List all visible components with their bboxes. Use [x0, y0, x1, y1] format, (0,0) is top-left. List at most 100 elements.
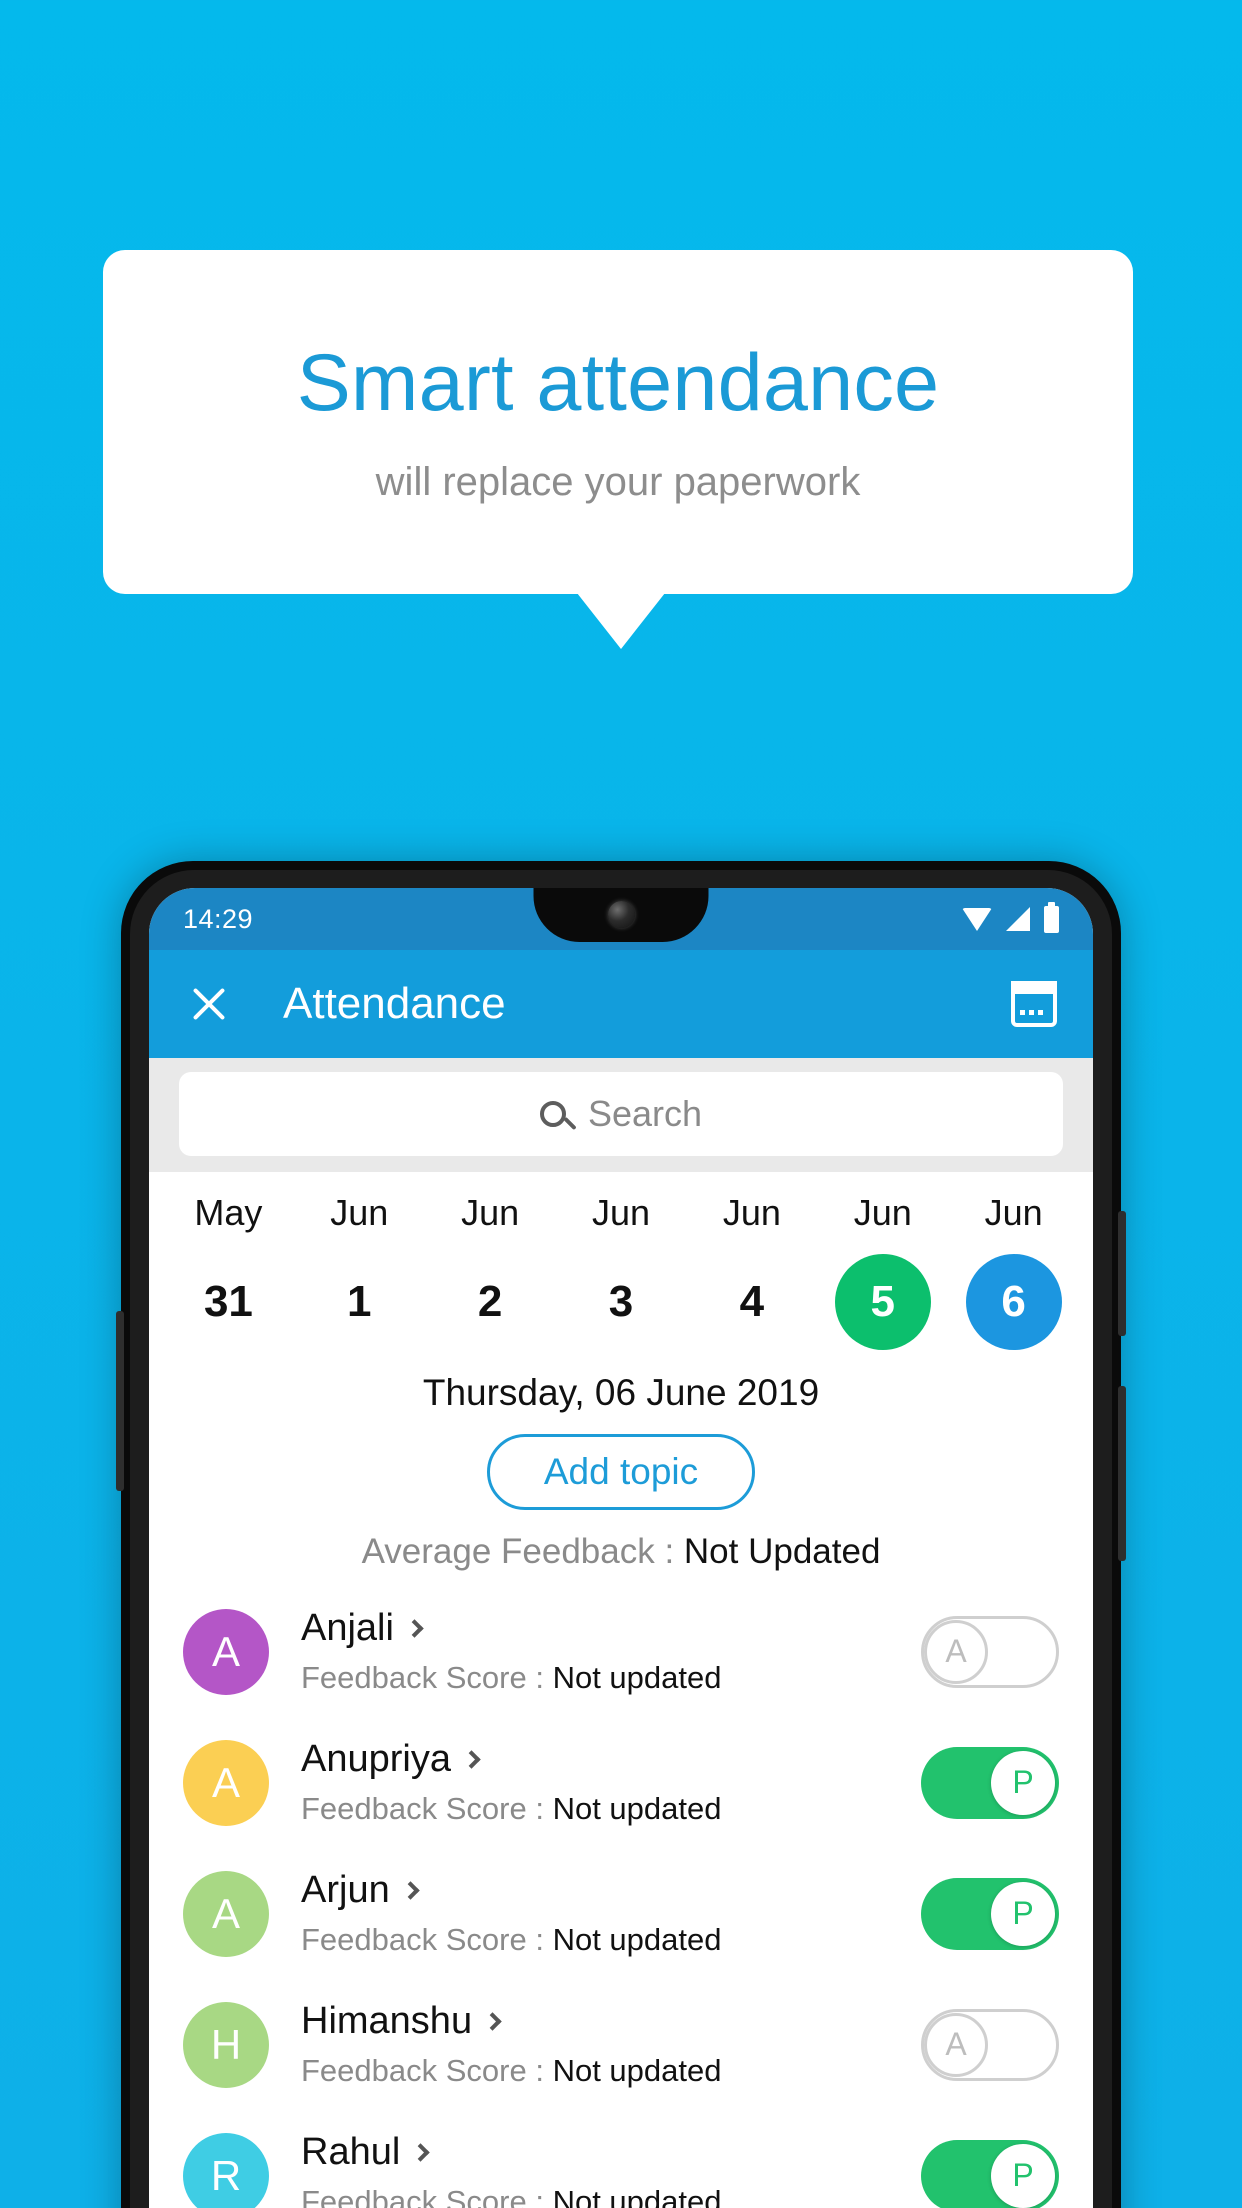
date-strip: May 31 Jun 1 Jun 2 Jun 3 Jun 4 Jun 5 Jun…	[149, 1172, 1093, 1354]
student-name-row: Rahul	[301, 2131, 921, 2174]
student-name-row: Anupriya	[301, 1738, 921, 1781]
attendance-toggle-knob: A	[924, 1619, 988, 1684]
average-feedback-label: Average Feedback :	[361, 1532, 684, 1571]
date-month: Jun	[984, 1192, 1043, 1233]
phone-notch	[533, 888, 709, 942]
promo-title: Smart attendance	[296, 337, 940, 428]
feedback-score-value: Not updated	[552, 1660, 722, 1695]
date-day: 1	[347, 1277, 372, 1326]
avatar: A	[183, 1870, 269, 1957]
avatar: A	[183, 1608, 269, 1695]
wifi-icon	[962, 907, 992, 931]
list-item[interactable]: H Himanshu Feedback Score : Not updated …	[149, 1979, 1093, 2110]
status-bar: 14:29	[149, 888, 1093, 950]
promo-bubble-tail	[577, 593, 665, 649]
chevron-right-icon[interactable]	[405, 1619, 424, 1638]
search-icon	[539, 1101, 566, 1127]
student-name: Arjun	[301, 1869, 390, 1911]
student-name: Himanshu	[301, 2000, 473, 2042]
student-name-row: Arjun	[301, 1869, 921, 1912]
date-cell[interactable]: Jun 5	[817, 1192, 948, 1350]
feedback-score: Feedback Score : Not updated	[301, 1660, 921, 1696]
feedback-score-value: Not updated	[552, 2184, 722, 2208]
student-info: Rahul Feedback Score : Not updated	[301, 2131, 921, 2208]
feedback-score: Feedback Score : Not updated	[301, 1791, 921, 1827]
date-cell[interactable]: May 31	[163, 1192, 294, 1350]
student-name: Rahul	[301, 2131, 401, 2173]
feedback-score-label: Feedback Score :	[301, 1922, 553, 1957]
attendance-toggle[interactable]: P	[921, 2139, 1059, 2208]
avatar: R	[183, 2132, 269, 2208]
date-month: Jun	[330, 1192, 389, 1233]
student-info: Anupriya Feedback Score : Not updated	[301, 1738, 921, 1827]
attendance-toggle[interactable]: A	[921, 2008, 1059, 2081]
attendance-toggle-knob: P	[991, 1881, 1055, 1946]
list-item[interactable]: A Arjun Feedback Score : Not updated P	[149, 1848, 1093, 1979]
date-cell-selected[interactable]: Jun 6	[948, 1192, 1079, 1350]
add-topic-container: Add topic	[149, 1434, 1093, 1510]
chevron-right-icon[interactable]	[411, 2143, 430, 2162]
attendance-toggle[interactable]: A	[921, 1615, 1059, 1688]
student-name-row: Anjali	[301, 1607, 921, 1650]
phone-screen: 14:29 Attendance Search May 31 Jun 1 Jun…	[149, 888, 1093, 2208]
student-name: Anjali	[301, 1607, 394, 1649]
list-item[interactable]: R Rahul Feedback Score : Not updated P	[149, 2110, 1093, 2208]
student-name: Anupriya	[301, 1738, 451, 1780]
date-day: 3	[608, 1277, 634, 1326]
front-camera	[607, 901, 635, 928]
promo-bubble: Smart attendance will replace your paper…	[103, 250, 1133, 594]
feedback-score-label: Feedback Score :	[301, 2184, 553, 2208]
phone-volume-button	[1118, 1386, 1126, 1561]
attendance-toggle-knob: A	[924, 2012, 988, 2077]
calendar-icon[interactable]	[1011, 981, 1057, 1027]
student-info: Arjun Feedback Score : Not updated	[301, 1869, 921, 1958]
date-month: Jun	[461, 1192, 520, 1233]
feedback-score: Feedback Score : Not updated	[301, 1922, 921, 1958]
feedback-score-label: Feedback Score :	[301, 2053, 553, 2088]
list-item[interactable]: A Anupriya Feedback Score : Not updated …	[149, 1717, 1093, 1848]
date-day: 6	[965, 1254, 1062, 1350]
list-item[interactable]: A Anjali Feedback Score : Not updated A	[149, 1586, 1093, 1717]
date-day: 4	[739, 1277, 765, 1326]
attendance-toggle[interactable]: P	[921, 1877, 1059, 1950]
feedback-score-value: Not updated	[552, 1922, 722, 1957]
date-month: Jun	[722, 1192, 781, 1233]
feedback-score-value: Not updated	[552, 2053, 722, 2088]
page-title: Attendance	[283, 979, 506, 1028]
average-feedback: Average Feedback : Not Updated	[149, 1532, 1093, 1572]
promo-subtitle: will replace your paperwork	[375, 460, 861, 505]
close-icon[interactable]	[185, 980, 233, 1028]
battery-icon	[1044, 901, 1059, 933]
avatar: H	[183, 2001, 269, 2088]
phone-power-button	[1118, 1211, 1126, 1336]
feedback-score: Feedback Score : Not updated	[301, 2184, 921, 2208]
date-day: 31	[203, 1277, 253, 1326]
phone-mockup: 14:29 Attendance Search May 31 Jun 1 Jun…	[116, 861, 1126, 2208]
date-cell[interactable]: Jun 3	[556, 1192, 687, 1350]
app-bar: Attendance	[149, 950, 1093, 1058]
date-cell[interactable]: Jun 2	[425, 1192, 556, 1350]
average-feedback-value: Not Updated	[683, 1532, 881, 1571]
attendance-toggle[interactable]: P	[921, 1746, 1059, 1819]
selected-date-label: Thursday, 06 June 2019	[422, 1372, 820, 1413]
feedback-score: Feedback Score : Not updated	[301, 2053, 921, 2089]
signal-icon	[1006, 907, 1030, 931]
date-day: 5	[834, 1254, 931, 1350]
avatar: A	[183, 1739, 269, 1826]
add-topic-button[interactable]: Add topic	[486, 1434, 756, 1510]
student-info: Himanshu Feedback Score : Not updated	[301, 2000, 921, 2089]
date-cell[interactable]: Jun 4	[686, 1192, 817, 1350]
date-month: Jun	[853, 1192, 912, 1233]
chevron-right-icon[interactable]	[401, 1881, 420, 1900]
student-name-row: Himanshu	[301, 2000, 921, 2043]
calendar-dots	[1020, 1010, 1043, 1015]
feedback-score-label: Feedback Score :	[301, 1791, 553, 1826]
date-cell[interactable]: Jun 1	[294, 1192, 425, 1350]
attendance-toggle-knob: P	[991, 2143, 1055, 2208]
phone-left-button	[116, 1311, 124, 1491]
search-input[interactable]: Search	[179, 1072, 1063, 1156]
date-month: Jun	[591, 1192, 651, 1233]
feedback-score-value: Not updated	[552, 1791, 722, 1826]
chevron-right-icon[interactable]	[483, 2012, 502, 2031]
chevron-right-icon[interactable]	[462, 1750, 481, 1769]
